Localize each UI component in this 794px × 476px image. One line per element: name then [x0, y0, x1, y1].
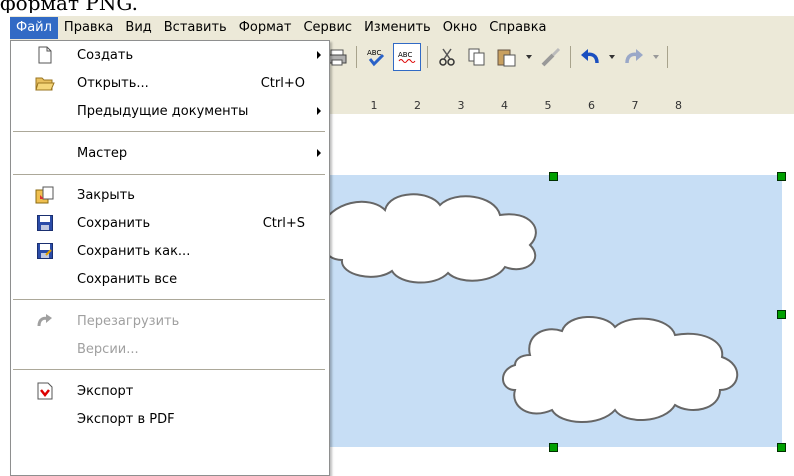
new-document-icon: [35, 45, 55, 65]
menu-edit[interactable]: Правка: [58, 17, 119, 39]
svg-text:ABC: ABC: [398, 51, 412, 59]
menu-modify[interactable]: Изменить: [358, 17, 437, 39]
menu-item-reload[interactable]: Перезагрузить: [11, 307, 329, 335]
menu-item-label: Создать: [77, 47, 134, 63]
ruler-tick: 1: [370, 99, 378, 112]
menu-item-label: Сохранить: [77, 215, 151, 231]
menu-item-versions[interactable]: Версии...: [11, 335, 329, 363]
selection-handle[interactable]: [777, 310, 786, 319]
close-document-icon: [35, 185, 55, 205]
menu-item-label: Предыдущие документы: [77, 103, 249, 119]
ruler-tick: 6: [588, 99, 595, 112]
menu-separator: [13, 299, 325, 300]
file-menu-dropdown: Создать Открыть... Ctrl+O Предыдущие док…: [10, 40, 330, 476]
menu-tools[interactable]: Сервис: [297, 17, 358, 39]
menu-item-open[interactable]: Открыть... Ctrl+O: [11, 69, 329, 97]
copy-icon[interactable]: [464, 44, 490, 70]
standard-toolbar: ABC ABC: [322, 40, 794, 103]
menu-item-label: Экспорт: [77, 383, 134, 399]
menu-item-label: Мастер: [77, 145, 128, 161]
sky-image[interactable]: [330, 175, 782, 447]
toolbar-separator: [570, 46, 571, 68]
menu-item-label: Версии...: [77, 341, 139, 357]
cloud-shape: [330, 193, 537, 284]
chevron-down-icon[interactable]: [526, 55, 532, 59]
cloud-shape: [502, 315, 739, 423]
menu-view[interactable]: Вид: [119, 17, 157, 39]
ruler-tick: 5: [544, 99, 552, 112]
menu-window[interactable]: Окно: [437, 17, 484, 39]
open-folder-icon: [35, 73, 55, 93]
menu-item-close[interactable]: Закрыть: [11, 181, 329, 209]
export-icon: [35, 381, 55, 401]
autospellcheck-icon[interactable]: ABC: [393, 43, 421, 71]
menu-item-save[interactable]: Сохранить Ctrl+S: [11, 209, 329, 237]
menu-item-export-pdf[interactable]: Экспорт в PDF: [11, 405, 329, 433]
ruler-tick: 7: [631, 99, 639, 112]
svg-text:ABC: ABC: [367, 49, 381, 57]
menu-item-save-all[interactable]: Сохранить все: [11, 265, 329, 293]
horizontal-ruler: 1 2 3 4 5 6 7 8: [322, 98, 794, 114]
ruler-tick: 8: [675, 99, 682, 112]
submenu-arrow-icon: [317, 51, 321, 59]
selection-handle[interactable]: [549, 172, 558, 181]
document-caption: формат PNG.: [0, 0, 138, 13]
menu-shortcut: Ctrl+O: [260, 75, 305, 91]
submenu-arrow-icon: [317, 107, 321, 115]
save-as-floppy-icon: [35, 241, 55, 261]
menu-help[interactable]: Справка: [483, 17, 552, 39]
selection-handle[interactable]: [777, 443, 786, 452]
undo-icon[interactable]: [577, 44, 603, 70]
format-paintbrush-icon[interactable]: [538, 44, 564, 70]
menu-item-wizard[interactable]: Мастер: [11, 139, 329, 167]
submenu-arrow-icon: [317, 149, 321, 157]
menu-item-new[interactable]: Создать: [11, 41, 329, 69]
menu-separator: [13, 174, 325, 175]
selection-handle[interactable]: [777, 172, 786, 181]
menu-item-recent-documents[interactable]: Предыдущие документы: [11, 97, 329, 125]
ruler-tick: 3: [457, 99, 465, 112]
toolbar-separator: [356, 46, 357, 68]
chevron-down-icon[interactable]: [653, 55, 659, 59]
menu-separator: [13, 369, 325, 370]
cut-icon[interactable]: [434, 44, 460, 70]
menu-item-label: Сохранить как...: [77, 243, 191, 259]
redo-icon[interactable]: [621, 44, 647, 70]
menu-shortcut: Ctrl+S: [262, 215, 305, 231]
menu-item-label: Сохранить все: [77, 271, 178, 287]
reload-icon: [35, 311, 55, 331]
menu-item-label: Экспорт в PDF: [77, 411, 175, 427]
save-floppy-icon: [35, 213, 55, 233]
toolbar-separator: [667, 46, 668, 68]
toolbar-separator: [427, 46, 428, 68]
paste-icon[interactable]: [494, 44, 520, 70]
menu-item-label: Открыть...: [77, 75, 149, 91]
chevron-down-icon[interactable]: [609, 55, 615, 59]
menu-item-label: Перезагрузить: [77, 313, 180, 329]
spellcheck-icon[interactable]: ABC: [363, 44, 389, 70]
menu-item-export[interactable]: Экспорт: [11, 377, 329, 405]
menu-item-save-as[interactable]: Сохранить как...: [11, 237, 329, 265]
menu-format[interactable]: Формат: [233, 17, 298, 39]
menubar: Файл Правка Вид Вставить Формат Сервис И…: [10, 16, 794, 40]
menu-item-label: Закрыть: [77, 187, 135, 203]
menu-insert[interactable]: Вставить: [158, 17, 233, 39]
menu-file[interactable]: Файл: [10, 17, 58, 39]
selection-handle[interactable]: [549, 443, 558, 452]
ruler-tick: 4: [501, 99, 508, 112]
menu-separator: [13, 131, 325, 132]
ruler-tick: 2: [414, 99, 421, 112]
